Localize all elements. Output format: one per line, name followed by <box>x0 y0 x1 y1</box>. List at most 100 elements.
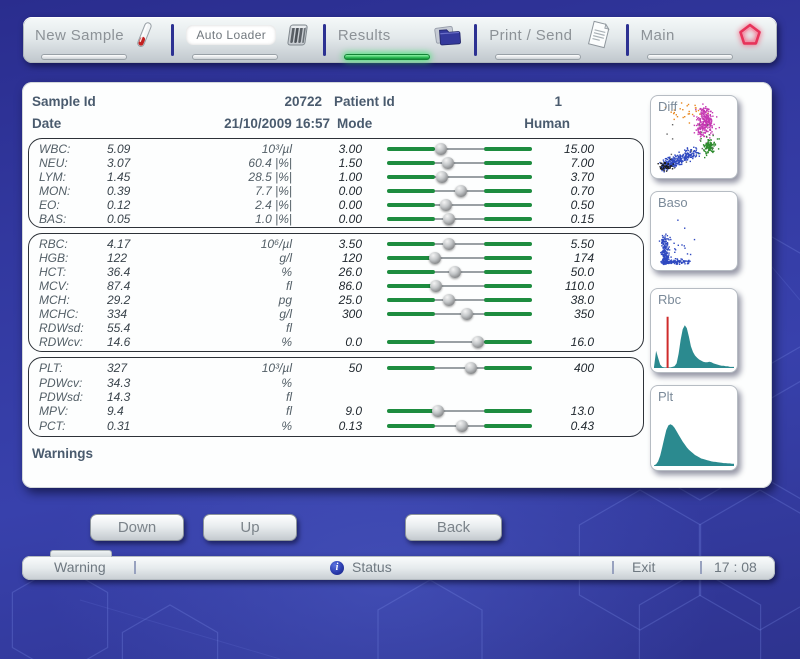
range-low: 50 <box>292 362 362 374</box>
thumbnail-label: Diff <box>658 99 677 114</box>
range-slider[interactable] <box>362 184 542 198</box>
slider-knob[interactable] <box>442 157 454 169</box>
param-name: EO: <box>29 199 107 211</box>
button-label: Back <box>437 519 470 536</box>
param-unit: fl <box>190 280 292 292</box>
range-low: 300 <box>292 308 362 320</box>
toolbar-item-new-sample[interactable]: New Sample <box>23 17 171 63</box>
toolbar-item-label: Main <box>641 27 675 44</box>
param-unit: fl <box>190 391 292 403</box>
range-slider[interactable] <box>362 279 542 293</box>
slider-knob[interactable] <box>472 336 484 348</box>
param-unit: % <box>190 420 292 432</box>
slider-knob[interactable] <box>435 143 447 155</box>
param-row: MCV:87.4fl86.0 110.0 <box>29 279 643 293</box>
param-value: 4.17 <box>107 238 190 250</box>
button-label: Up <box>240 519 259 536</box>
param-unit: % <box>190 377 292 389</box>
range-slider[interactable] <box>362 404 542 418</box>
param-value: 122 <box>107 252 190 264</box>
range-high: 0.50 <box>542 199 594 211</box>
slider-track-green <box>387 203 435 207</box>
param-name: MPV: <box>29 405 107 417</box>
date-value: 21/10/2009 16:57 <box>172 116 330 131</box>
slider-knob[interactable] <box>440 199 452 211</box>
slider-knob[interactable] <box>443 294 455 306</box>
slider-knob[interactable] <box>449 266 461 278</box>
slider-track-green <box>484 189 532 193</box>
param-group: RBC:4.1710⁶/µl3.50 5.50HGB:122g/l120 174… <box>28 233 644 352</box>
slider-knob[interactable] <box>443 238 455 250</box>
thumbnail-baso[interactable]: Baso <box>650 191 738 271</box>
range-low: 0.00 <box>292 199 362 211</box>
slider-track-green <box>387 189 435 193</box>
slider-knob[interactable] <box>465 362 477 374</box>
warning-tab[interactable] <box>50 550 112 557</box>
slider-knob[interactable] <box>461 308 473 320</box>
slider-knob[interactable] <box>430 280 442 292</box>
param-unit: 10⁶/µl <box>190 238 292 250</box>
slider-knob[interactable] <box>456 420 468 432</box>
param-row: MCHC:334g/l300 350 <box>29 307 643 321</box>
slider-knob[interactable] <box>455 185 467 197</box>
param-name: MCV: <box>29 280 107 292</box>
slider-knob[interactable] <box>443 213 455 225</box>
slider-track-green <box>387 424 435 428</box>
range-slider[interactable] <box>362 237 542 251</box>
document-icon <box>584 19 614 51</box>
toolbar-item-main[interactable]: Main <box>629 17 777 63</box>
range-slider[interactable] <box>362 212 542 226</box>
param-row: MCH:29.2pg25.0 38.0 <box>29 293 643 307</box>
tube-rack-icon <box>282 21 310 49</box>
slider-knob[interactable] <box>432 405 444 417</box>
range-slider[interactable] <box>362 307 542 321</box>
thumbnail-label: Baso <box>658 195 688 210</box>
param-unit: % <box>190 266 292 278</box>
warning-label[interactable]: Warning <box>54 559 106 575</box>
slider-track-green <box>387 284 435 288</box>
param-name: LYM: <box>29 171 107 183</box>
range-slider[interactable] <box>362 419 542 433</box>
toolbar-item-results[interactable]: Results <box>326 17 474 63</box>
thumbnail-diff[interactable]: Diff <box>650 95 738 179</box>
range-slider[interactable] <box>362 156 542 170</box>
slider-knob[interactable] <box>436 171 448 183</box>
range-slider[interactable] <box>362 170 542 184</box>
range-slider[interactable] <box>362 293 542 307</box>
slider-knob[interactable] <box>429 252 441 264</box>
range-slider[interactable] <box>362 265 542 279</box>
active-indicator-bar <box>344 54 430 60</box>
toolbar-item-print-send[interactable]: Print / Send <box>477 17 625 63</box>
down-button[interactable]: Down <box>90 514 184 541</box>
slider-track-green <box>484 284 532 288</box>
slider-track-green <box>387 340 435 344</box>
results-panel: Sample Id 20722 Patient Id 1 Date 21/10/… <box>22 82 772 488</box>
param-value: 87.4 <box>107 280 190 292</box>
chart-thumbnails: Diff Baso Rbc Plt <box>650 82 750 488</box>
param-value: 0.39 <box>107 185 190 197</box>
range-slider[interactable] <box>362 142 542 156</box>
thumbnail-rbc[interactable]: Rbc <box>650 288 738 373</box>
slider-track-green <box>484 409 532 413</box>
param-value: 14.6 <box>107 336 190 348</box>
toolbar-item-label: Auto Loader <box>186 25 276 45</box>
toolbar-item-auto-loader[interactable]: Auto Loader <box>174 17 322 63</box>
param-unit: fl <box>190 322 292 334</box>
param-row: HCT:36.4%26.0 50.0 <box>29 265 643 279</box>
param-row: HGB:122g/l120 174 <box>29 251 643 265</box>
exit-button[interactable]: Exit <box>632 559 655 575</box>
button-label: Down <box>118 519 156 536</box>
slider-track-green <box>484 161 532 165</box>
toolbar: New Sample Auto Loader Results Print / S… <box>23 17 777 63</box>
slider-track-green <box>387 409 435 413</box>
range-slider[interactable] <box>362 361 542 375</box>
mode-label: Mode <box>337 116 372 131</box>
range-slider[interactable] <box>362 251 542 265</box>
range-slider[interactable] <box>362 335 542 349</box>
up-button[interactable]: Up <box>203 514 297 541</box>
param-name: NEU: <box>29 157 107 169</box>
thumbnail-plt[interactable]: Plt <box>650 385 738 471</box>
back-button[interactable]: Back <box>405 514 502 541</box>
param-row: EO:0.122.4 |%|0.00 0.50 <box>29 198 643 212</box>
range-slider[interactable] <box>362 198 542 212</box>
